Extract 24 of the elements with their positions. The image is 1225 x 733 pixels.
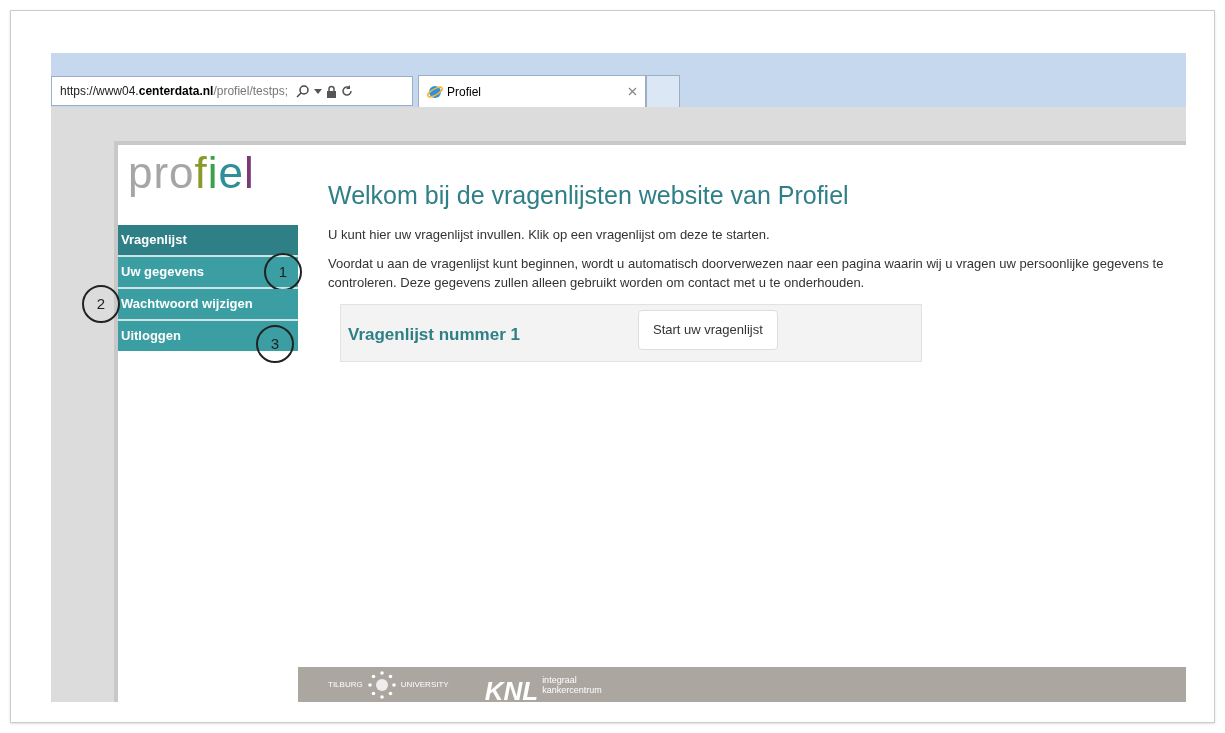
knl-logo-text: KNL — [484, 677, 539, 704]
profiel-logo: profiel — [127, 147, 256, 199]
dropdown-caret-icon[interactable] — [314, 88, 323, 94]
browser-tab[interactable]: Profiel — [418, 75, 646, 107]
sidebar-item[interactable]: Vragenlijst — [118, 225, 298, 255]
tab-title: Profiel — [447, 83, 482, 101]
address-bar[interactable]: https://www04.centerdata.nl/profiel/testps; — [51, 76, 413, 106]
knl-line: integraal — [542, 674, 578, 685]
sidebar-item[interactable]: Wachtwoord wijzigen — [118, 289, 298, 319]
browser-logo-icon — [427, 83, 443, 100]
intro-text: U kunt hier uw vragenlijst invullen. Klik op een vragenlijst om deze te starten. — [328, 225, 771, 244]
university-seal-icon — [366, 669, 397, 700]
university-text: UNIVERSITY — [400, 678, 449, 691]
questionnaire-name: Vragenlijst nummer 1 — [348, 324, 521, 347]
tilburg-text: TILBURG — [328, 678, 363, 691]
knl-line: kankercentrum — [542, 684, 602, 695]
notice-text: Voordat u aan de vragenlijst kunt beginnen, wordt u automatisch doorverwezen naar een pagina waarin wij u vragen uw persoonlijke gegevens te controleren. Deze gegevens zullen alleen gebruikt worden om contact met u te onderhouden. — [328, 255, 1165, 292]
page-title: Welkom bij de vragenlijsten website van Profiel — [328, 180, 850, 211]
close-icon[interactable] — [628, 87, 637, 96]
search-icon[interactable] — [296, 84, 311, 98]
lock-icon — [326, 84, 338, 98]
start-button[interactable]: Start uw vragenlijst — [638, 310, 778, 350]
url-text: https://www04.centerdata.nl/profiel/testps; — [60, 83, 289, 100]
refresh-icon[interactable] — [341, 85, 354, 97]
